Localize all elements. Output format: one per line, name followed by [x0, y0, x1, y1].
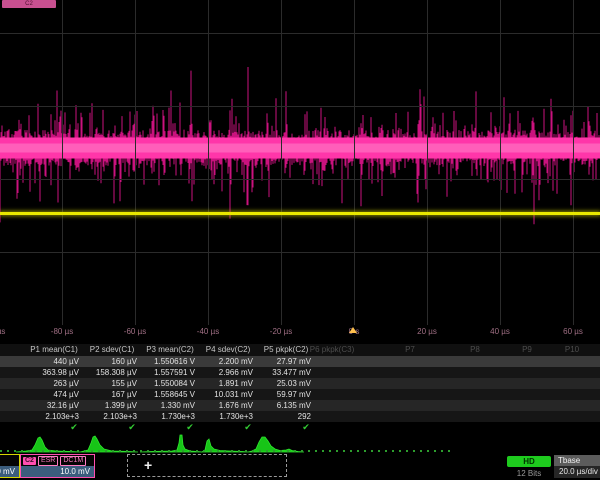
c1-trace	[0, 212, 600, 215]
c2-eres-tag: ESR	[38, 456, 58, 466]
mean-cell: 2.966 mV	[200, 367, 256, 378]
max-cell: 474 µV	[26, 389, 82, 400]
param-header-p2[interactable]: P2 sdev(C1)	[84, 344, 140, 355]
sdev-cell: 1.399 µV	[84, 400, 140, 411]
mean-cell: 33.477 mV	[258, 367, 314, 378]
max-cell: 59.97 mV	[258, 389, 314, 400]
measure-row-value: 440 µV 160 µV 1.550616 V 2.200 mV 27.97 …	[0, 356, 600, 367]
time-tick-label: -60 µs	[113, 327, 157, 336]
measure-table: P1 mean(C1) P2 sdev(C1) P3 mean(C2) P4 s…	[0, 343, 600, 433]
time-tick-label: 40 µs	[478, 327, 522, 336]
time-tick-label: -80 µs	[40, 327, 84, 336]
gridline-vertical	[281, 0, 282, 325]
c2-channel-tag: C2	[23, 457, 36, 465]
time-tick-label: 60 µs	[551, 327, 595, 336]
hd-mode-badge[interactable]: HD	[507, 456, 551, 467]
waveform-grid: C2	[0, 0, 600, 325]
param-header-p4[interactable]: P4 sdev(C2)	[200, 344, 256, 355]
c1-vdiv-value: 10.0 mV	[0, 466, 19, 477]
param-header-p1[interactable]: P1 mean(C1)	[26, 344, 82, 355]
timebase-panel[interactable]: Tbase 20.0 µs/div	[554, 455, 600, 479]
mean-cell: 363.98 µV	[26, 367, 82, 378]
gridline-vertical	[354, 0, 355, 325]
value-cell: 27.97 mV	[258, 356, 314, 367]
status-check-icon: ✔	[184, 422, 196, 433]
measure-row-num: 2.103e+3 2.103e+3 1.730e+3 1.730e+3 292	[0, 411, 600, 422]
measure-row-max: 474 µV 167 µV 1.558645 V 10.031 mV 59.97…	[0, 389, 600, 400]
gridline-vertical	[427, 0, 428, 325]
histicon-baseline	[0, 450, 455, 452]
value-cell: 440 µV	[26, 356, 82, 367]
param-header-p8[interactable]: P8	[450, 344, 500, 355]
max-cell: 1.558645 V	[142, 389, 198, 400]
gridline-vertical	[573, 0, 574, 325]
param-header-p7[interactable]: P7	[385, 344, 435, 355]
time-tick-label: 20 µs	[405, 327, 449, 336]
timebase-label: Tbase	[554, 455, 600, 466]
max-cell: 10.031 mV	[200, 389, 256, 400]
c2-coupling-tag: DC1M	[60, 456, 86, 466]
value-cell: 1.550616 V	[142, 356, 198, 367]
sdev-cell: 1.330 mV	[142, 400, 198, 411]
c2-noise-center	[0, 144, 600, 153]
mean-cell: 1.557591 V	[142, 367, 198, 378]
plus-icon: +	[144, 457, 152, 473]
gridline-vertical	[208, 0, 209, 325]
min-cell: 155 µV	[84, 378, 140, 389]
num-cell: 2.103e+3	[84, 411, 140, 422]
num-cell: 1.730e+3	[200, 411, 256, 422]
status-check-icon: ✔	[242, 422, 254, 433]
param-header-p3[interactable]: P3 mean(C2)	[142, 344, 198, 355]
min-cell: 25.03 mV	[258, 378, 314, 389]
status-check-icon: ✔	[300, 422, 312, 433]
measure-header-row: P1 mean(C1) P2 sdev(C1) P3 mean(C2) P4 s…	[0, 344, 600, 356]
channel-bar: C1 DC1M 10.0 mV C2 ESR DC1M 10.0 mV + HD…	[0, 453, 600, 480]
param-header-p9[interactable]: P9	[502, 344, 552, 355]
measure-status-row: ✔ ✔ ✔ ✔ ✔	[0, 422, 600, 433]
param-header-p10[interactable]: P10	[547, 344, 597, 355]
time-tick-label: -40 µs	[186, 327, 230, 336]
param-header-p6[interactable]: P6 pkpk(C3)	[300, 344, 364, 355]
gridline-vertical	[62, 0, 63, 325]
timebase-value: 20.0 µs/div	[554, 466, 600, 478]
min-cell: 1.550084 V	[142, 378, 198, 389]
c2-descriptor-box[interactable]: C2 ESR DC1M 10.0 mV	[20, 454, 95, 478]
num-cell: 292	[258, 411, 314, 422]
num-cell: 1.730e+3	[142, 411, 198, 422]
min-cell: 263 µV	[26, 378, 82, 389]
gridline-horizontal	[0, 33, 600, 34]
param-header-p11[interactable]: P1	[592, 344, 600, 355]
sdev-cell: 6.135 mV	[258, 400, 314, 411]
c2-vdiv-value: 10.0 mV	[21, 466, 94, 477]
oscilloscope-screen: { "badge": { "text": "C2" }, "x_axis": {…	[0, 0, 600, 480]
gridline-vertical	[500, 0, 501, 325]
mean-cell: 158.308 µV	[84, 367, 140, 378]
trigger-time-marker-icon[interactable]	[349, 327, 357, 333]
c1-descriptor-box[interactable]: C1 DC1M 10.0 mV	[0, 454, 20, 478]
time-tick-label: -20 µs	[259, 327, 303, 336]
num-cell: 2.103e+3	[26, 411, 82, 422]
measure-row-sdev: 32.16 µV 1.399 µV 1.330 mV 1.676 mV 6.13…	[0, 400, 600, 411]
value-cell: 2.200 mV	[200, 356, 256, 367]
gridline-vertical	[135, 0, 136, 325]
min-cell: 1.891 mV	[200, 378, 256, 389]
max-cell: 167 µV	[84, 389, 140, 400]
measure-row-mean: 363.98 µV 158.308 µV 1.557591 V 2.966 mV…	[0, 367, 600, 378]
time-tick-label: -100 µs	[0, 327, 14, 336]
trace-label-badge[interactable]: C2	[2, 0, 56, 8]
status-check-icon: ✔	[126, 422, 138, 433]
waveform-traces	[0, 0, 600, 325]
gridline-horizontal	[0, 252, 600, 253]
gridline-horizontal	[0, 106, 600, 107]
time-axis: -100 µs -80 µs -60 µs -40 µs -20 µs 0 s …	[0, 325, 600, 343]
sdev-cell: 1.676 mV	[200, 400, 256, 411]
add-channel-button[interactable]: +	[127, 454, 287, 477]
gridline-horizontal	[0, 179, 600, 180]
measure-row-min: 263 µV 155 µV 1.550084 V 1.891 mV 25.03 …	[0, 378, 600, 389]
value-cell: 160 µV	[84, 356, 140, 367]
resolution-label: 12 Bits	[507, 469, 551, 478]
status-check-icon: ✔	[68, 422, 80, 433]
sdev-cell: 32.16 µV	[26, 400, 82, 411]
